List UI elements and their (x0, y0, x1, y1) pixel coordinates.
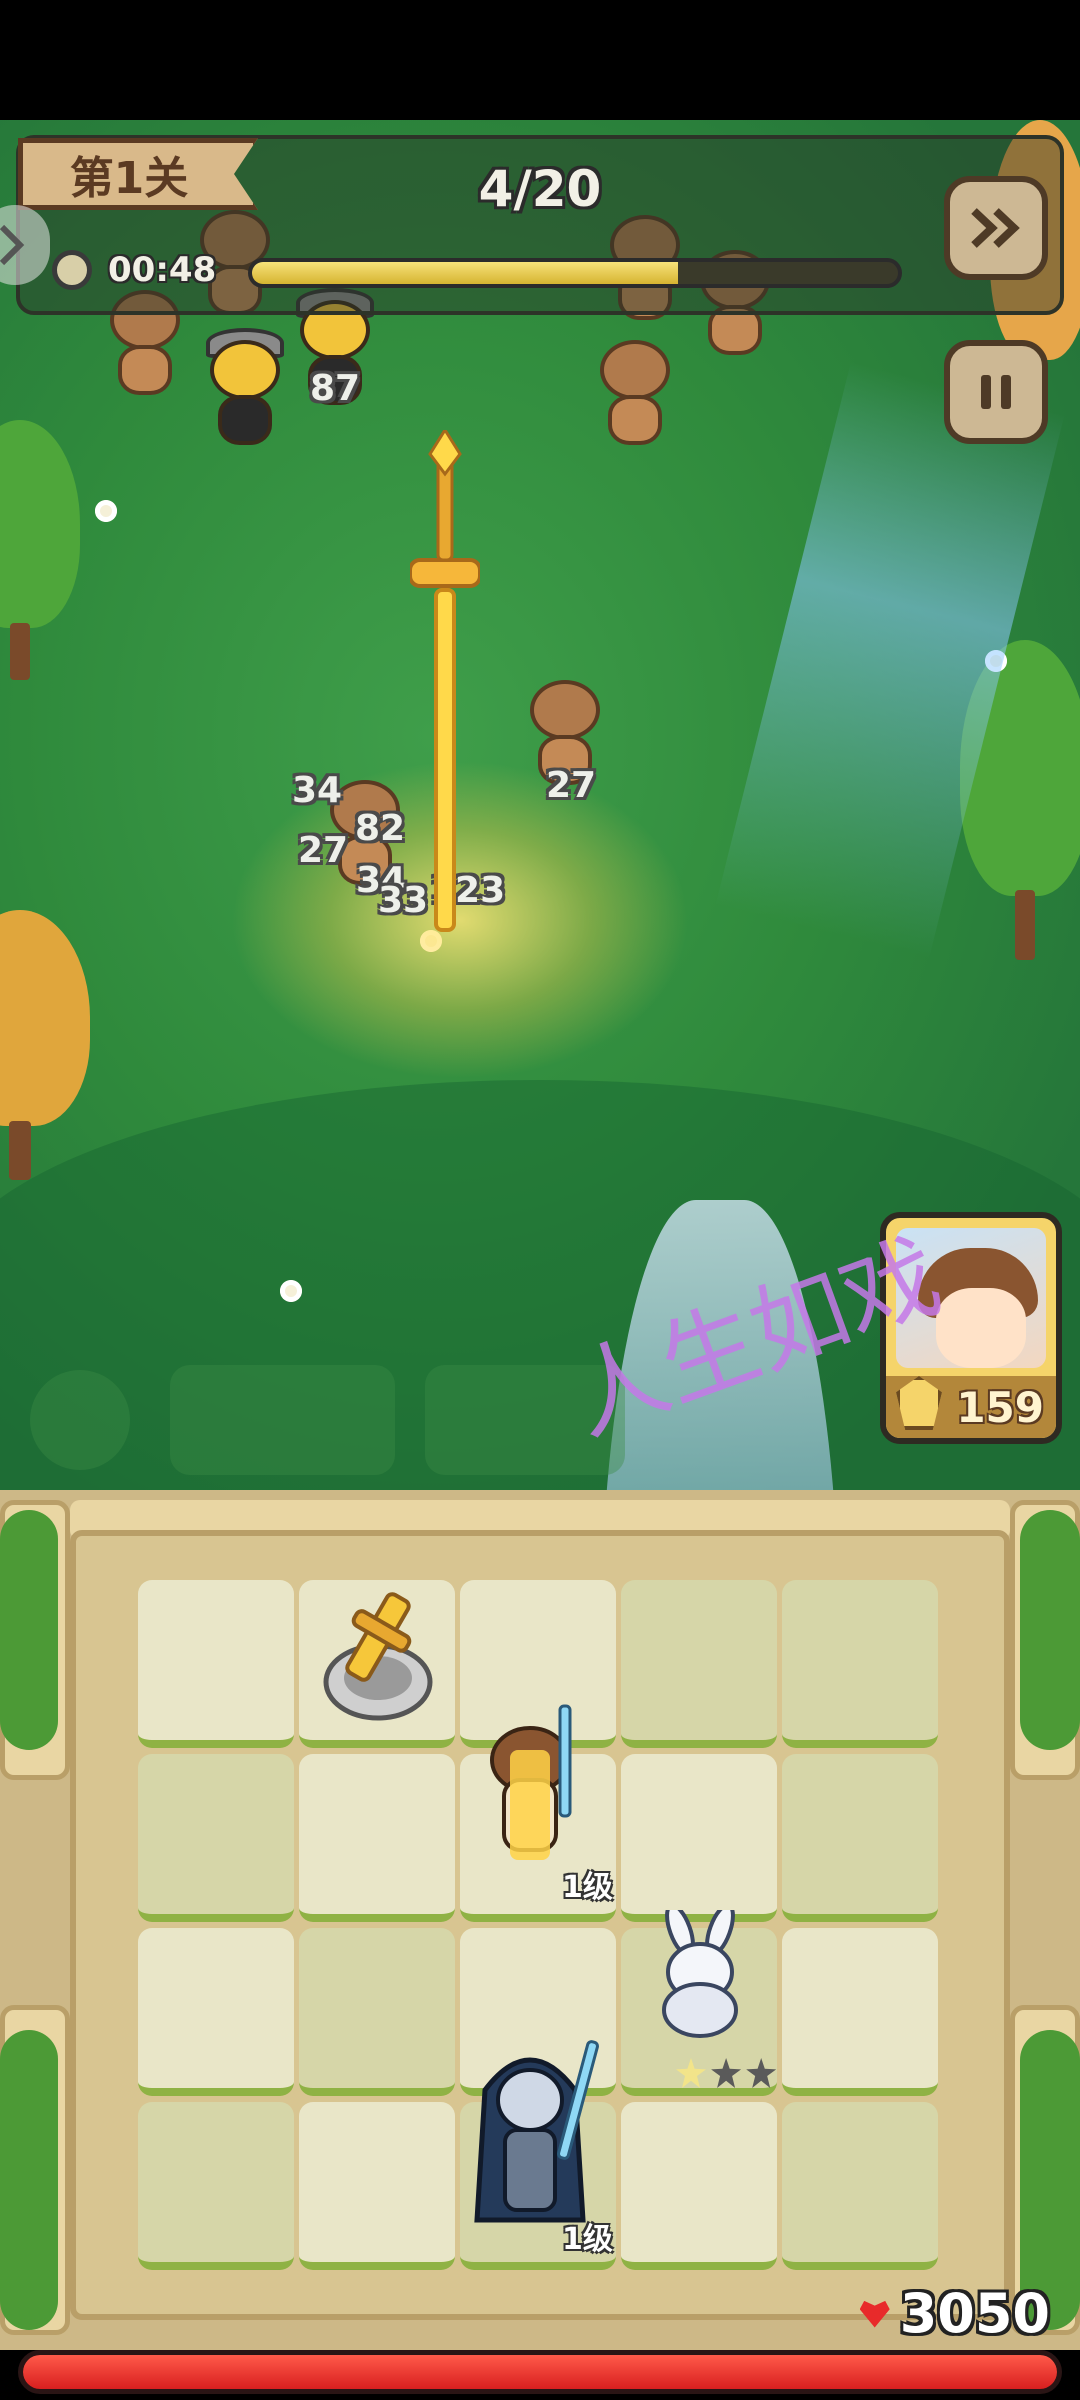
golden-sword-effect (410, 430, 480, 932)
board-cell[interactable] (299, 1754, 455, 1922)
fast-forward-button[interactable] (944, 176, 1048, 280)
heart-icon (859, 2300, 890, 2328)
fast-forward-icon (971, 208, 1020, 248)
flower (280, 1280, 302, 1302)
board-cell[interactable] (782, 2102, 938, 2270)
board-cell[interactable] (299, 2102, 455, 2270)
board-cell[interactable] (782, 1580, 938, 1748)
board-cell[interactable] (782, 1928, 938, 2096)
flower (95, 500, 117, 522)
board-cell[interactable] (299, 1928, 455, 2096)
hero-level-badge: 1级 (562, 1870, 613, 1905)
wave-progress-fill (252, 262, 679, 284)
board-cell[interactable] (621, 1580, 777, 1748)
wave-progress-bar (248, 258, 902, 288)
damage-number: 27 (298, 830, 349, 871)
board-cell[interactable] (138, 1580, 294, 1748)
clock-icon (52, 250, 92, 290)
golden-sword-turret[interactable] (318, 1582, 438, 1722)
board-cell[interactable] (782, 1754, 938, 1922)
tree-left-autumn (0, 910, 90, 1180)
board-cell[interactable] (138, 2102, 294, 2270)
pause-icon (981, 375, 1011, 409)
base-hp: 3050 (859, 2282, 1050, 2345)
base-hp-bar (18, 2350, 1062, 2394)
bush (0, 2030, 58, 2330)
faded-button (30, 1370, 130, 1470)
level-banner: 第1关 (18, 138, 258, 210)
star-icon (746, 2058, 777, 2088)
base-hp-fill (23, 2355, 1057, 2389)
board-cell[interactable] (138, 1754, 294, 1922)
level-label: 第1关 (69, 153, 189, 204)
wave-counter: 4/20 (478, 160, 602, 218)
star-icon (711, 2058, 742, 2088)
board-cell[interactable] (138, 1928, 294, 2096)
base-hp-value: 3050 (899, 2282, 1050, 2345)
knight-level-badge: 1级 (562, 2222, 613, 2257)
damage-number: 27 (546, 765, 597, 806)
sword-hero[interactable] (470, 1700, 590, 1880)
board-cell[interactable] (621, 1754, 777, 1922)
hero-cost: 159 (956, 1382, 1044, 1432)
damage-number: 82 (355, 808, 406, 849)
damage-number: 87 (310, 368, 361, 409)
chevron-right-icon (0, 224, 25, 266)
tree-left-top (0, 420, 80, 680)
capybara-enemy (590, 340, 680, 450)
faded-button (170, 1365, 395, 1475)
bush (1020, 1510, 1080, 1750)
duck-enemy (200, 328, 290, 450)
board-cell[interactable] (621, 2102, 777, 2270)
bush (0, 1510, 58, 1750)
pause-button[interactable] (944, 340, 1048, 444)
white-rabbit-beast[interactable] (640, 1910, 760, 2040)
game-screen: { "hud": { "level_label": "第1关", "wave_t… (0, 0, 1080, 2400)
wave-timer: 00:48 (108, 250, 217, 290)
dark-knight[interactable] (455, 2030, 605, 2240)
star-icon (676, 2058, 706, 2088)
damage-number: 34 (292, 770, 343, 811)
rabbit-star-rating (676, 2058, 777, 2092)
